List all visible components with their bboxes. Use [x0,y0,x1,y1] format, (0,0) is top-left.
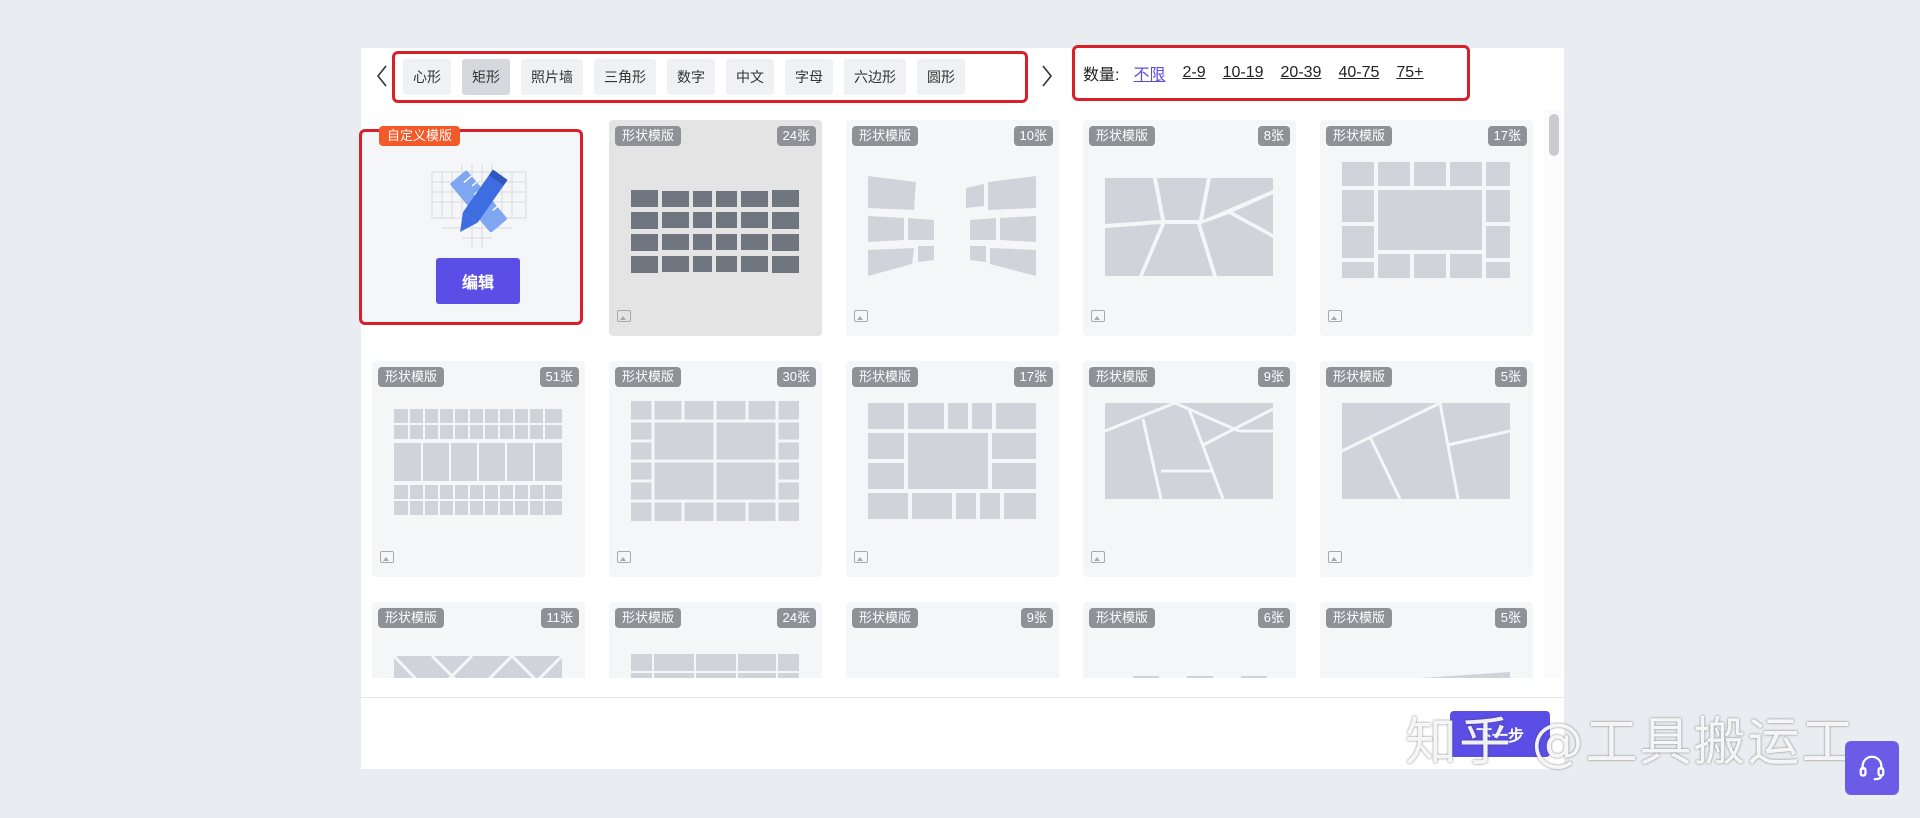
shape-preview [1103,401,1275,521]
count-option-unlimited[interactable]: 不限 [1133,61,1165,85]
template-card[interactable]: 形状模版 9张 [846,602,1059,678]
photo-count-badge: 6张 [1257,608,1290,628]
shape-preview [866,401,1038,521]
shape-tabs: 心形 矩形 照片墙 三角形 数字 中文 字母 六边形 圆形 [392,51,1028,103]
chevron-right-icon[interactable] [1037,62,1057,90]
tab-hexagon[interactable]: 六边形 [844,59,906,95]
edit-button[interactable]: 编辑 [436,258,520,304]
photo-count-badge: 51张 [539,367,579,387]
template-card[interactable]: 形状模版 30张 [609,361,822,577]
image-icon [1328,310,1342,322]
template-tag: 形状模版 [1326,126,1393,146]
photo-count-badge: 24张 [776,126,816,146]
photo-count-badge: 5张 [1494,608,1527,628]
template-tag: 形状模版 [1089,126,1156,146]
tab-chinese[interactable]: 中文 [726,59,774,95]
image-icon [1328,551,1342,563]
shape-preview [629,401,801,521]
count-filter-label: 数量: [1083,67,1120,84]
image-icon [617,551,631,563]
image-icon [617,310,631,322]
photo-count-badge: 24张 [776,608,816,628]
template-tag: 形状模版 [1326,367,1393,387]
shape-preview [392,401,564,521]
template-tag: 形状模版 [1089,608,1156,628]
photo-count-badge: 5张 [1494,367,1527,387]
image-icon [854,310,868,322]
image-icon [854,551,868,563]
tab-photo-wall[interactable]: 照片墙 [521,59,583,95]
custom-template-card[interactable]: 自定义模版 编辑 [359,126,583,325]
photo-wall-preview [629,160,801,280]
template-tag: 形状模版 [852,126,919,146]
scrollbar-thumb[interactable] [1549,114,1559,156]
template-card[interactable]: 形状模版 5张 [1320,602,1533,678]
shape-preview [629,642,801,678]
shape-preview [1340,401,1512,521]
tab-circle[interactable]: 圆形 [917,59,965,95]
photo-count-badge: 10张 [1013,126,1053,146]
template-card[interactable]: 形状模版 24张 [609,120,822,336]
template-card[interactable]: 形状模版 24张 [609,602,822,678]
template-card[interactable]: 形状模版 6张 [1083,602,1296,678]
photo-count-badge: 30张 [776,367,816,387]
shape-preview [1340,642,1512,678]
template-tag: 形状模版 [378,367,445,387]
count-option-40-75[interactable]: 40-75 [1338,64,1379,82]
image-icon [380,551,394,563]
template-tag: 形状模版 [615,126,682,146]
shape-preview [866,160,1038,280]
template-tag: 形状模版 [378,608,445,628]
pencil-ruler-icon [430,162,528,248]
shape-preview [1103,642,1275,678]
tab-triangle[interactable]: 三角形 [594,59,656,95]
photo-count-badge: 11张 [540,608,579,628]
count-option-10-19[interactable]: 10-19 [1223,64,1264,82]
shape-preview [392,642,564,678]
photo-count-badge: 17张 [1487,126,1527,146]
tab-number[interactable]: 数字 [667,59,715,95]
watermark: 知乎 @工具搬运工 [1405,713,1856,773]
template-tag: 形状模版 [852,367,919,387]
template-card[interactable]: 形状模版 9张 [1083,361,1296,577]
footer-divider [361,697,1564,698]
template-card[interactable]: 形状模版 5张 [1320,361,1533,577]
tab-rectangle[interactable]: 矩形 [462,59,510,95]
custom-template-tag: 自定义模版 [379,126,461,146]
tab-letter[interactable]: 字母 [785,59,833,95]
template-card[interactable]: 形状模版 51张 [372,361,585,577]
template-tag: 形状模版 [615,367,682,387]
photo-count-badge: 9张 [1020,608,1053,628]
template-tag: 形状模版 [615,608,682,628]
headset-icon[interactable] [1845,741,1899,795]
image-icon [1091,310,1105,322]
template-tag: 形状模版 [1326,608,1393,628]
image-icon [1091,551,1105,563]
template-card[interactable]: 形状模版 17张 [1320,120,1533,336]
scrollbar-track[interactable] [1544,110,1562,678]
template-card[interactable]: 形状模版 10张 [846,120,1059,336]
count-option-75-plus[interactable]: 75+ [1396,64,1423,82]
template-tag: 形状模版 [1089,367,1156,387]
photo-count-badge: 17张 [1013,367,1053,387]
count-option-20-39[interactable]: 20-39 [1281,64,1322,82]
shape-preview [1103,160,1275,280]
count-filter: 数量: 不限 2-9 10-19 20-39 40-75 75+ [1072,45,1470,101]
chevron-left-icon[interactable] [372,62,392,90]
template-card[interactable]: 形状模版 17张 [846,361,1059,577]
template-tag: 形状模版 [852,608,919,628]
template-card[interactable]: 形状模版 8张 [1083,120,1296,336]
photo-count-badge: 9张 [1257,367,1290,387]
shape-preview [1340,160,1512,280]
template-card[interactable]: 形状模版 11张 [372,602,585,678]
tab-heart[interactable]: 心形 [403,59,451,95]
photo-count-badge: 8张 [1257,126,1290,146]
count-option-2-9[interactable]: 2-9 [1182,64,1205,82]
